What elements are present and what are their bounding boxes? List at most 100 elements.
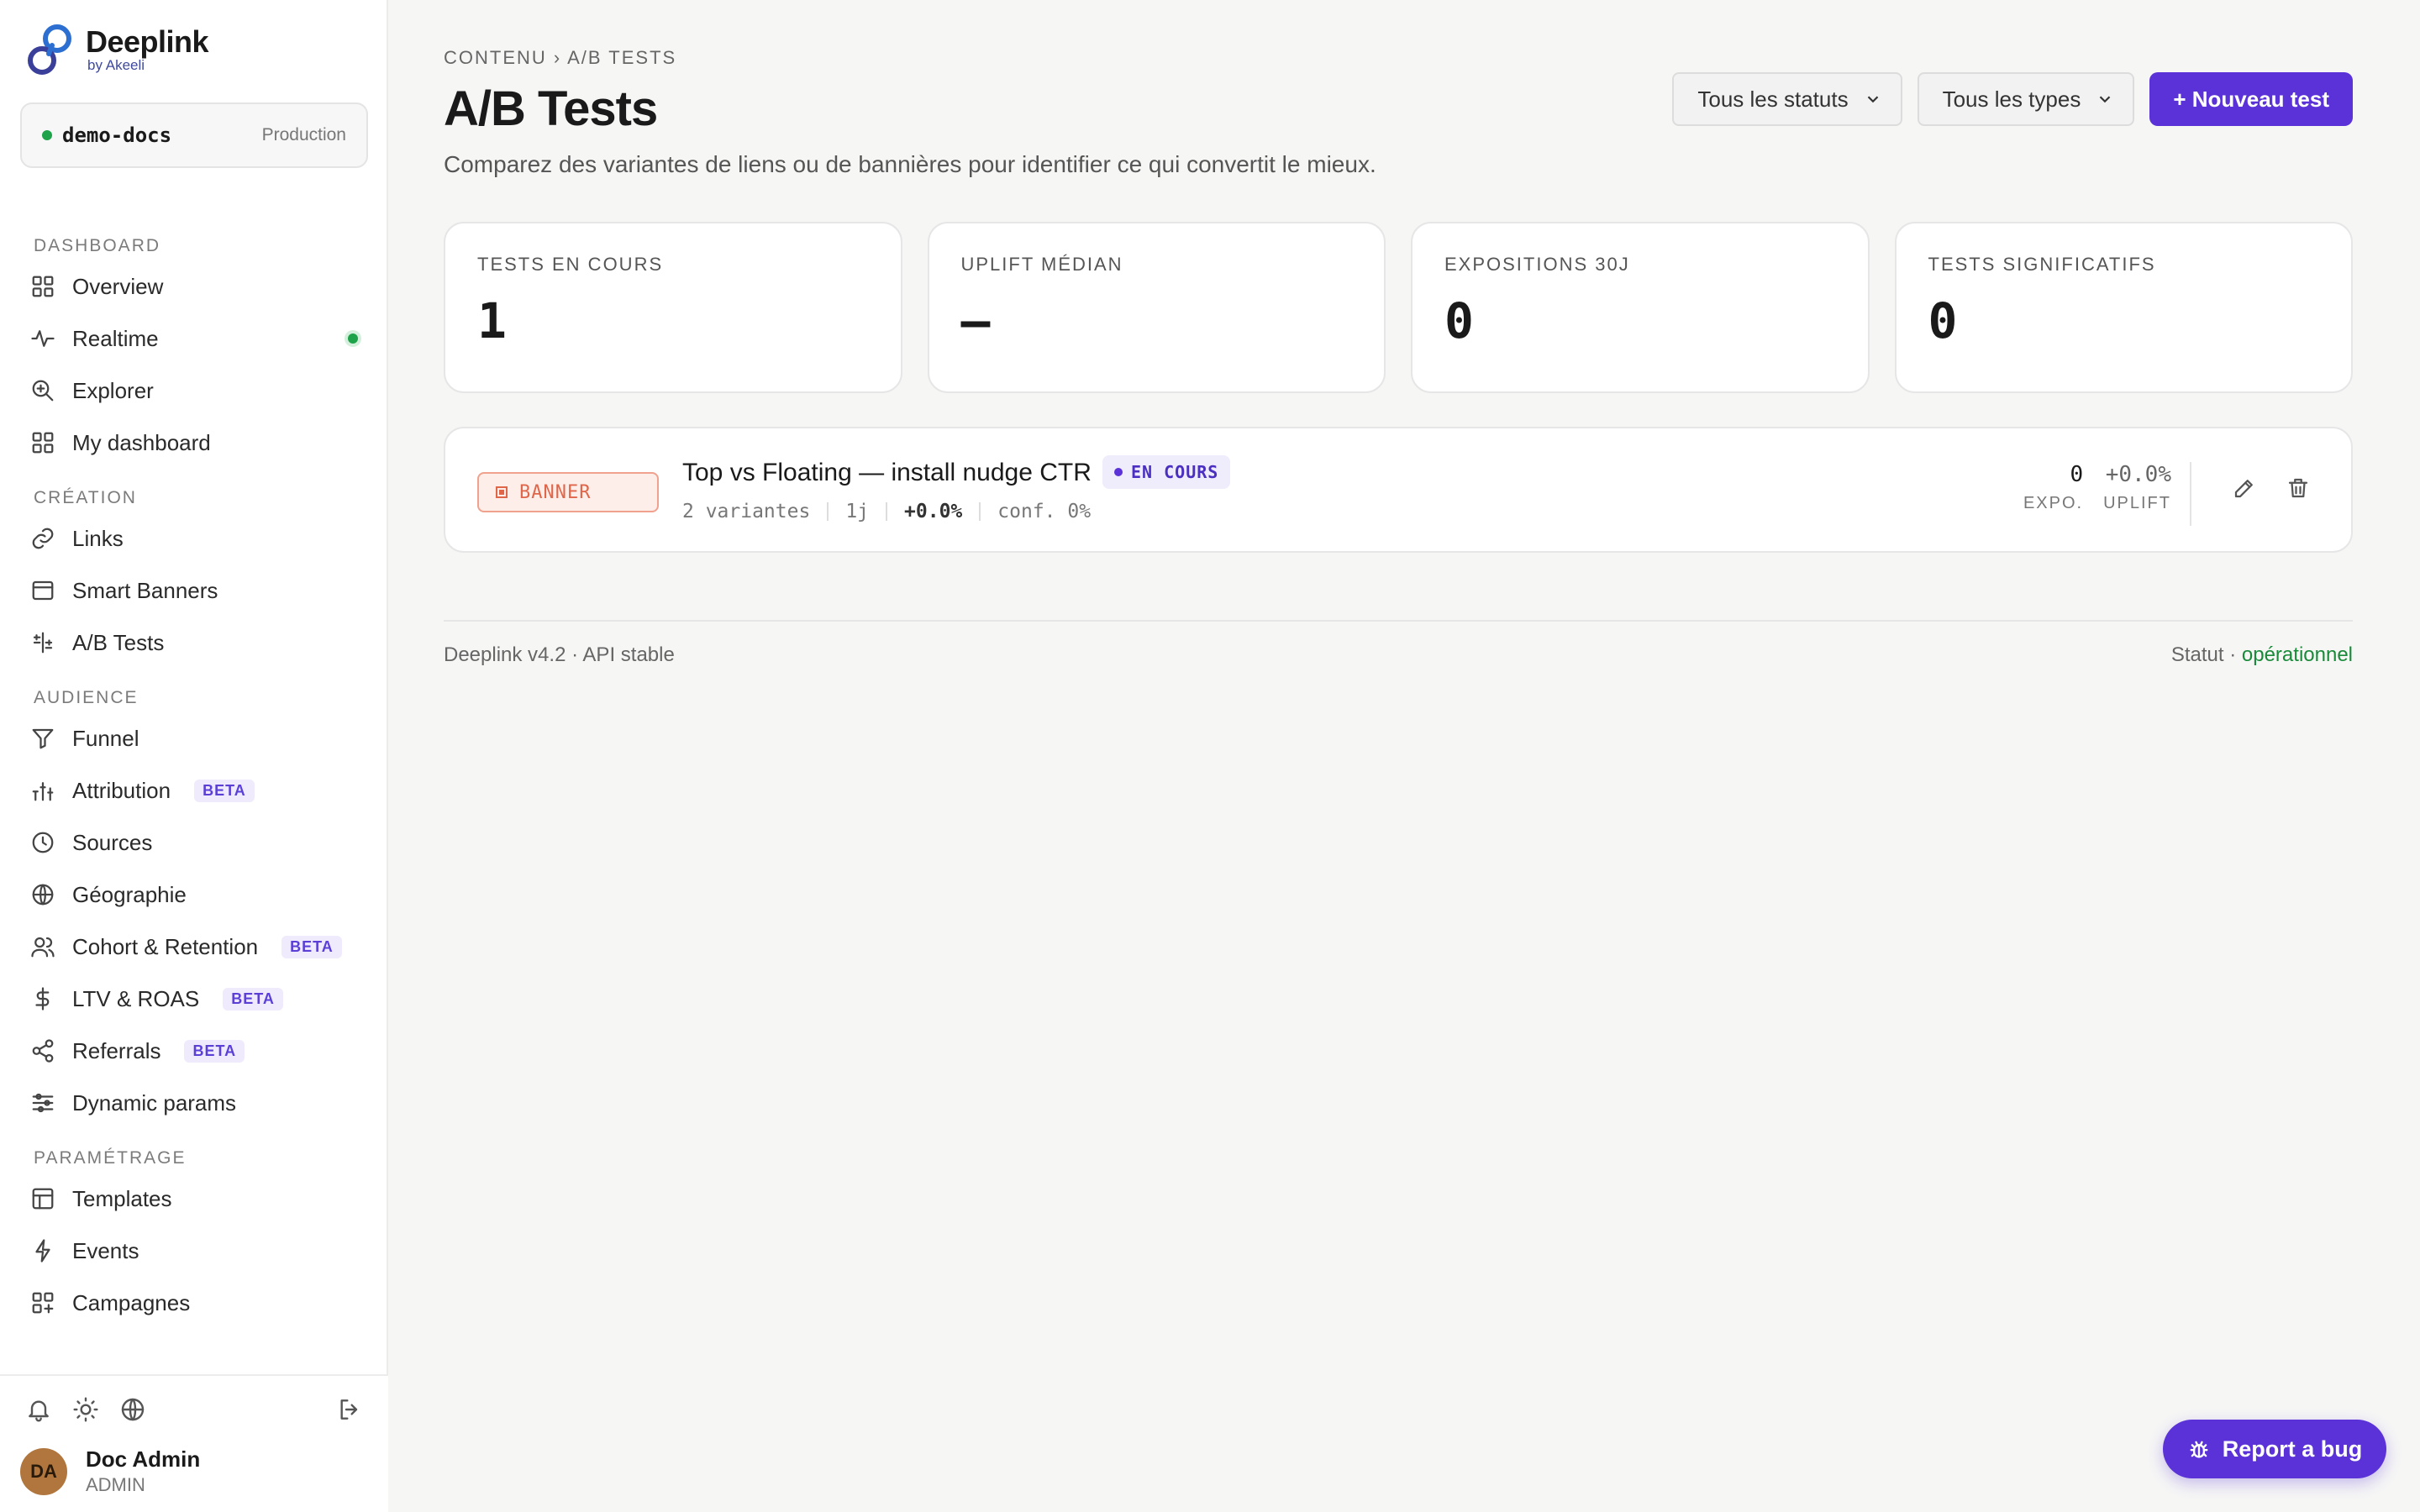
- pulse-icon: [31, 330, 55, 347]
- dollar-icon: [35, 987, 50, 1011]
- layout-icon: [32, 1188, 54, 1210]
- metric-expo-label: EXPO.: [2023, 494, 2084, 512]
- trash-icon[interactable]: [2286, 475, 2311, 501]
- nav-section-title: CRÉATION: [34, 488, 137, 507]
- status-filter-value: Tous les statuts: [1697, 86, 1849, 112]
- grid-icon: [32, 432, 54, 454]
- stat-label: TESTS EN COURS: [477, 254, 664, 275]
- test-meta: 2 variantes 1j +0.0% conf. 0%: [682, 501, 1091, 522]
- row-actions: [2232, 475, 2311, 501]
- metric-uplift: +0.0% UPLIFT: [2103, 462, 2171, 513]
- sidebar-item-label: Events: [72, 1237, 139, 1263]
- beta-badge: BETA: [223, 987, 283, 1011]
- grid-icon: [32, 276, 54, 297]
- user-role: ADMIN: [86, 1474, 145, 1495]
- user-name: Doc Admin: [86, 1446, 201, 1472]
- sidebar-item-my-dashboard[interactable]: My dashboard: [0, 417, 388, 469]
- beta-badge: BETA: [281, 935, 342, 958]
- sidebar: Deeplink by Akeeli demo-docs Production …: [0, 0, 388, 1512]
- metric-uplift-value: +0.0%: [2105, 462, 2171, 487]
- main-content: CONTENU › A/B TESTS A/B Tests Comparez d…: [444, 0, 2353, 1512]
- sidebar-item-explorer[interactable]: Explorer: [0, 365, 388, 417]
- funnel-icon: [32, 728, 54, 749]
- stat-card-expositions: EXPOSITIONS 30J 0: [1411, 222, 1870, 393]
- edit-icon[interactable]: [2232, 475, 2257, 501]
- sidebar-item-templates[interactable]: Templates: [0, 1173, 388, 1225]
- sidebar-item-ltv-roas[interactable]: LTV & ROAS BETA: [0, 973, 388, 1025]
- sidebar-item-label: Campagnes: [72, 1289, 191, 1315]
- deeplink-logo-icon: [28, 24, 71, 75]
- sidebar-item-sources[interactable]: Sources: [0, 816, 388, 869]
- type-badge-label: BANNER: [519, 481, 592, 503]
- sidebar-item-realtime[interactable]: Realtime: [0, 312, 388, 365]
- brand[interactable]: Deeplink by Akeeli: [24, 20, 209, 79]
- stat-card-tests-en-cours: TESTS EN COURS 1: [444, 222, 902, 393]
- logout-icon: [340, 1399, 358, 1420]
- brand-subtitle: by Akeeli: [87, 57, 145, 73]
- sidebar-item-cohort-retention[interactable]: Cohort & Retention BETA: [0, 921, 388, 973]
- sidebar-item-ab-tests[interactable]: A/B Tests: [0, 617, 388, 669]
- metric-expo-value: 0: [2070, 462, 2084, 487]
- stats-cards: TESTS EN COURS 1 UPLIFT MÉDIAN — EXPOSIT…: [444, 222, 2353, 393]
- sidebar-item-campagnes[interactable]: Campagnes: [0, 1277, 388, 1329]
- report-bug-label: Report a bug: [2222, 1436, 2363, 1462]
- sidebar-item-label: Sources: [72, 829, 153, 855]
- stat-label: UPLIFT MÉDIAN: [960, 254, 1123, 275]
- environment-switcher[interactable]: demo-docs Production: [20, 102, 368, 168]
- sidebar-item-label: Attribution: [72, 777, 171, 803]
- service-status: Statut · opérationnel: [2171, 643, 2353, 667]
- test-row[interactable]: BANNER Top vs Floating — install nudge C…: [444, 427, 2353, 553]
- nav-section-title: AUDIENCE: [34, 688, 139, 707]
- sidebar-item-geographie[interactable]: Géographie: [0, 869, 388, 921]
- sidebar-item-funnel[interactable]: Funnel: [0, 712, 388, 764]
- brand-name: Deeplink: [86, 24, 209, 59]
- stat-label: EXPOSITIONS 30J: [1444, 254, 1630, 275]
- link-icon: [32, 528, 54, 549]
- sidebar-item-label: Explorer: [72, 377, 154, 403]
- sidebar-item-overview[interactable]: Overview: [0, 260, 388, 312]
- zoom-icon: [32, 380, 54, 402]
- bars-icon: [32, 782, 54, 801]
- metric-expo: 0 EXPO.: [2023, 462, 2083, 513]
- sidebar-item-label: Géographie: [72, 881, 187, 907]
- globe-icon[interactable]: [119, 1396, 146, 1423]
- meta-separator: [979, 502, 981, 521]
- sidebar-item-label: Overview: [72, 273, 164, 299]
- bell-icon[interactable]: [25, 1396, 52, 1423]
- sidebar-item-events[interactable]: Events: [0, 1225, 388, 1277]
- sidebar-item-label: Referrals: [72, 1037, 161, 1063]
- sidebar-item-label: Cohort & Retention: [72, 933, 259, 959]
- status-prefix: Statut ·: [2170, 643, 2242, 666]
- user-profile[interactable]: DA Doc Admin ADMIN: [20, 1446, 200, 1496]
- page-title: A/B Tests: [444, 81, 658, 136]
- report-bug-button[interactable]: Report a bug: [2163, 1420, 2386, 1478]
- stat-value: 0: [1928, 292, 1958, 349]
- test-title[interactable]: Top vs Floating — install nudge CTR: [682, 459, 1092, 487]
- sidebar-item-attribution[interactable]: Attribution BETA: [0, 764, 388, 816]
- status-value[interactable]: opérationnel: [2242, 643, 2353, 666]
- sidebar-item-smart-banners[interactable]: Smart Banners: [0, 564, 388, 617]
- status-filter-select[interactable]: Tous les statuts: [1672, 72, 1902, 126]
- chevron-down-icon: [1867, 96, 1878, 103]
- sidebar-item-links[interactable]: Links: [0, 512, 388, 564]
- stat-card-tests-significatifs: TESTS SIGNIFICATIFS 0: [1894, 222, 2353, 393]
- share-icon: [32, 1039, 54, 1063]
- status-label: EN COURS: [1131, 462, 1219, 482]
- divider: [2190, 462, 2191, 526]
- sidebar-item-label: Realtime: [72, 325, 159, 351]
- bug-icon: [2190, 1441, 2208, 1458]
- environment-status-dot: [42, 130, 52, 140]
- test-uplift: +0.0%: [904, 501, 963, 522]
- logout-button[interactable]: [336, 1396, 363, 1427]
- sidebar-nav: DASHBOARD Overview Realtime Explorer My …: [0, 213, 388, 1373]
- sun-icon[interactable]: [72, 1396, 99, 1423]
- window-icon: [32, 580, 54, 601]
- new-test-button[interactable]: + Nouveau test: [2149, 72, 2353, 126]
- type-filter-select[interactable]: Tous les types: [1917, 72, 2135, 126]
- split-icon: [33, 632, 53, 654]
- sidebar-item-dynamic-params[interactable]: Dynamic params: [0, 1077, 388, 1129]
- breadcrumb: CONTENU › A/B TESTS: [444, 47, 677, 68]
- sidebar-item-label: Dynamic params: [72, 1089, 237, 1116]
- sidebar-item-referrals[interactable]: Referrals BETA: [0, 1025, 388, 1077]
- footer-divider: [444, 620, 2353, 622]
